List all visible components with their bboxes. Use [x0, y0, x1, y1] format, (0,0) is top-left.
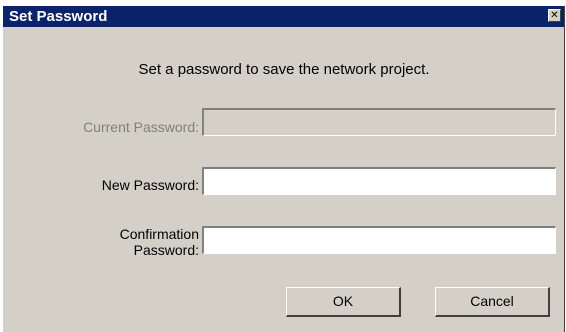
- confirmation-password-label: Confirmation Password:: [3, 226, 199, 258]
- confirmation-label-line1: Confirmation: [119, 226, 199, 242]
- confirmation-label-line2: Password:: [133, 242, 199, 258]
- instruction-text: Set a password to save the network proje…: [138, 61, 430, 78]
- confirmation-password-field[interactable]: [202, 226, 556, 254]
- new-password-label: New Password:: [101, 177, 199, 193]
- close-button[interactable]: ✕: [548, 9, 561, 22]
- dialog-title: Set Password: [9, 8, 108, 25]
- current-password-field: [202, 108, 556, 136]
- cancel-button[interactable]: Cancel: [435, 287, 550, 317]
- ok-button[interactable]: OK: [286, 287, 401, 317]
- new-password-field[interactable]: [202, 167, 556, 195]
- current-password-label: Current Password:: [83, 119, 199, 135]
- close-icon: ✕: [550, 10, 559, 21]
- title-bar[interactable]: Set Password ✕: [3, 6, 564, 27]
- set-password-dialog: Set Password ✕ Set a password to save th…: [3, 6, 565, 332]
